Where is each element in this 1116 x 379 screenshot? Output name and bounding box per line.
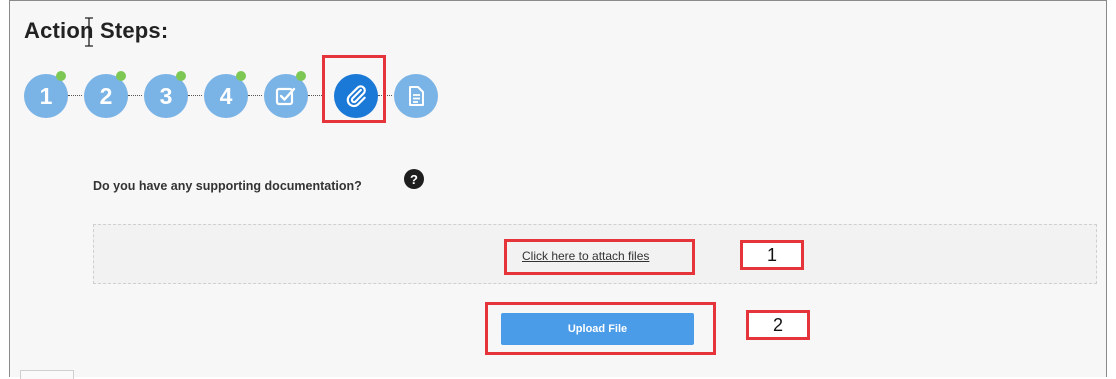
step-complete-indicator xyxy=(296,71,306,81)
step-connector xyxy=(308,95,322,96)
step-label: 4 xyxy=(219,82,233,109)
help-icon[interactable]: ? xyxy=(404,169,424,189)
step-summary[interactable] xyxy=(394,74,438,118)
documentation-question: Do you have any supporting documentation… xyxy=(93,179,362,193)
step-1[interactable]: 1 xyxy=(24,71,68,118)
checkbox-icon xyxy=(275,87,296,106)
document-icon xyxy=(409,86,424,106)
step-complete-indicator xyxy=(176,71,186,81)
step-complete-indicator xyxy=(116,71,126,81)
step-progress: 1 2 3 4 xyxy=(24,71,464,120)
callout-label: 2 xyxy=(746,310,810,340)
step-label: 3 xyxy=(159,82,173,109)
step-complete-indicator xyxy=(56,71,66,81)
bottom-tab xyxy=(20,370,74,379)
callout-label: 1 xyxy=(740,240,804,270)
text-cursor-icon xyxy=(85,17,93,47)
step-2[interactable]: 2 xyxy=(84,71,128,118)
step-3[interactable]: 3 xyxy=(144,71,188,118)
step-connector xyxy=(248,95,262,96)
step-connector xyxy=(188,95,202,96)
highlight-box xyxy=(485,302,716,355)
step-complete-indicator xyxy=(236,71,246,81)
step-connector xyxy=(128,95,142,96)
step-connector xyxy=(68,95,82,96)
page-title: Action Steps: xyxy=(24,18,169,43)
highlight-box xyxy=(504,239,695,275)
step-4[interactable]: 4 xyxy=(204,71,248,118)
step-review[interactable] xyxy=(264,71,308,118)
step-label: 1 xyxy=(39,82,53,109)
highlight-box xyxy=(322,55,386,123)
step-label: 2 xyxy=(99,82,113,109)
